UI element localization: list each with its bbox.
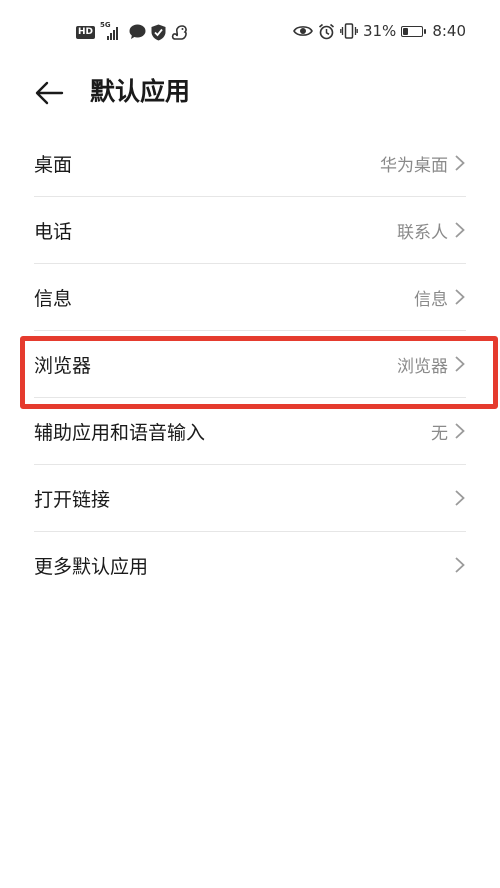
chevron-right-icon	[455, 557, 465, 573]
chevron-right-icon	[455, 155, 465, 171]
vibrate-icon	[340, 23, 358, 39]
list-item-label: 信息	[34, 287, 73, 310]
list-item-label: 辅助应用和语音输入	[34, 421, 206, 444]
shield-check-icon	[151, 24, 166, 40]
status-bar: HD 5G 31% 8:40	[0, 0, 500, 62]
back-arrow-icon[interactable]	[34, 78, 64, 108]
header: 默认应用	[0, 62, 500, 122]
list-item-open-links[interactable]: 打开链接	[34, 464, 466, 531]
list-item-label: 更多默认应用	[34, 555, 149, 578]
status-right: 31% 8:40	[293, 21, 466, 41]
list-item-desktop[interactable]: 桌面 华为桌面	[34, 130, 466, 196]
list-item-label: 打开链接	[34, 488, 111, 511]
list-item-more-defaults[interactable]: 更多默认应用	[34, 531, 466, 598]
list-item-label: 电话	[34, 220, 73, 243]
list-item-label: 桌面	[34, 153, 73, 176]
list-item-value: 无	[431, 423, 448, 444]
list-item-messages[interactable]: 信息 信息	[34, 263, 466, 330]
list-item-phone[interactable]: 电话 联系人	[34, 196, 466, 263]
chevron-right-icon	[455, 289, 465, 305]
battery-percent: 31%	[362, 22, 397, 40]
list-item-value: 信息	[414, 289, 448, 310]
signal-icon: 5G	[100, 21, 124, 40]
list-item-value: 联系人	[397, 222, 448, 243]
list-item-value: 华为桌面	[380, 155, 448, 176]
alarm-icon	[318, 23, 334, 39]
battery-fill	[403, 27, 409, 35]
page-title: 默认应用	[90, 77, 191, 106]
chevron-right-icon	[455, 222, 465, 238]
status-left: HD 5G	[76, 21, 188, 42]
highlight-box	[20, 336, 498, 409]
squirrel-app-icon	[171, 24, 187, 40]
eye-icon	[293, 26, 313, 36]
clock: 8:40	[432, 22, 466, 40]
chevron-right-icon	[455, 490, 465, 506]
hd-badge: HD	[76, 25, 96, 39]
battery-icon	[401, 25, 427, 37]
chat-icon	[129, 24, 146, 39]
chevron-right-icon	[455, 423, 465, 439]
